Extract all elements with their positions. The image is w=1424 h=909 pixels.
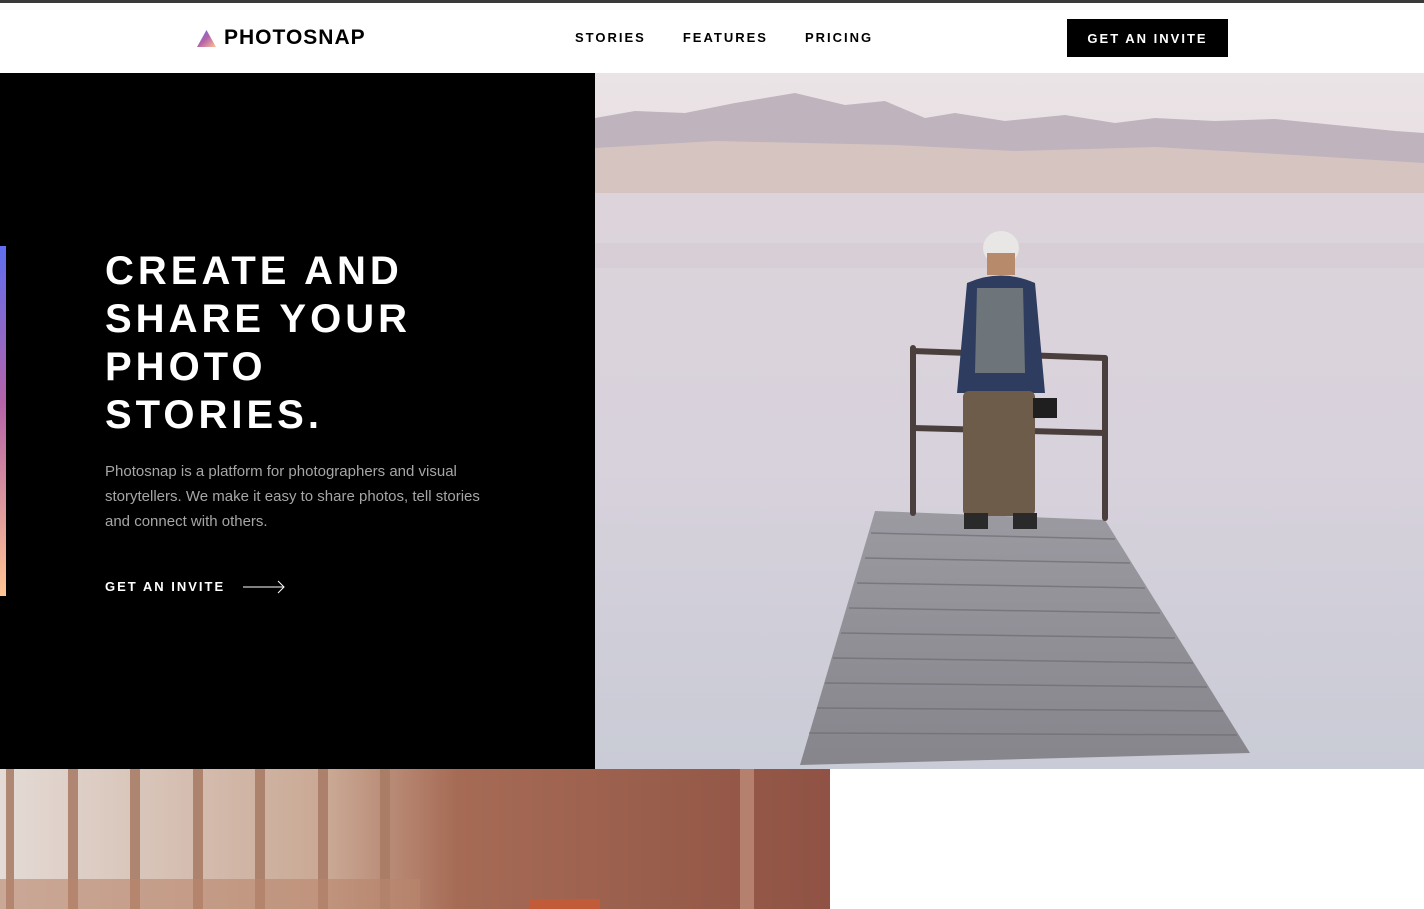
hero-title: CREATE AND SHARE YOUR PHOTO STORIES. — [105, 247, 505, 439]
nav-item-features[interactable]: FEATURES — [683, 30, 768, 45]
bottom-photo-art — [0, 769, 830, 909]
brand-name: PHOTOSNAP — [224, 26, 366, 49]
gradient-accent-bar — [0, 246, 6, 596]
hero-title-line: STORIES. — [105, 393, 323, 437]
bottom-empty-area — [830, 769, 1424, 909]
hero-photo-art — [595, 73, 1424, 769]
main-nav: STORIES FEATURES PRICING — [575, 30, 873, 45]
hero-text-panel: CREATE AND SHARE YOUR PHOTO STORIES. Pho… — [0, 73, 595, 769]
hero-invite-label: GET AN INVITE — [105, 579, 226, 594]
interior-photo-image — [0, 769, 830, 909]
hero-title-line: CREATE AND — [105, 249, 403, 293]
hero-description: Photosnap is a platform for photographer… — [105, 463, 480, 530]
nav-item-stories[interactable]: STORIES — [575, 30, 646, 45]
hero-title-line: SHARE YOUR — [105, 297, 411, 341]
triangle-logo-icon — [197, 29, 216, 47]
get-invite-button[interactable]: GET AN INVITE — [1067, 19, 1228, 57]
arrow-right-icon — [243, 580, 285, 593]
hero-invite-link[interactable]: GET AN INVITE — [105, 579, 286, 594]
logo[interactable]: PHOTOSNAP — [197, 25, 366, 51]
site-header: PHOTOSNAP STORIES FEATURES PRICING GET A… — [0, 3, 1424, 73]
hero-title-line: PHOTO — [105, 345, 267, 389]
nav-item-pricing[interactable]: PRICING — [805, 30, 873, 45]
photographer-on-pier-image — [595, 73, 1424, 769]
